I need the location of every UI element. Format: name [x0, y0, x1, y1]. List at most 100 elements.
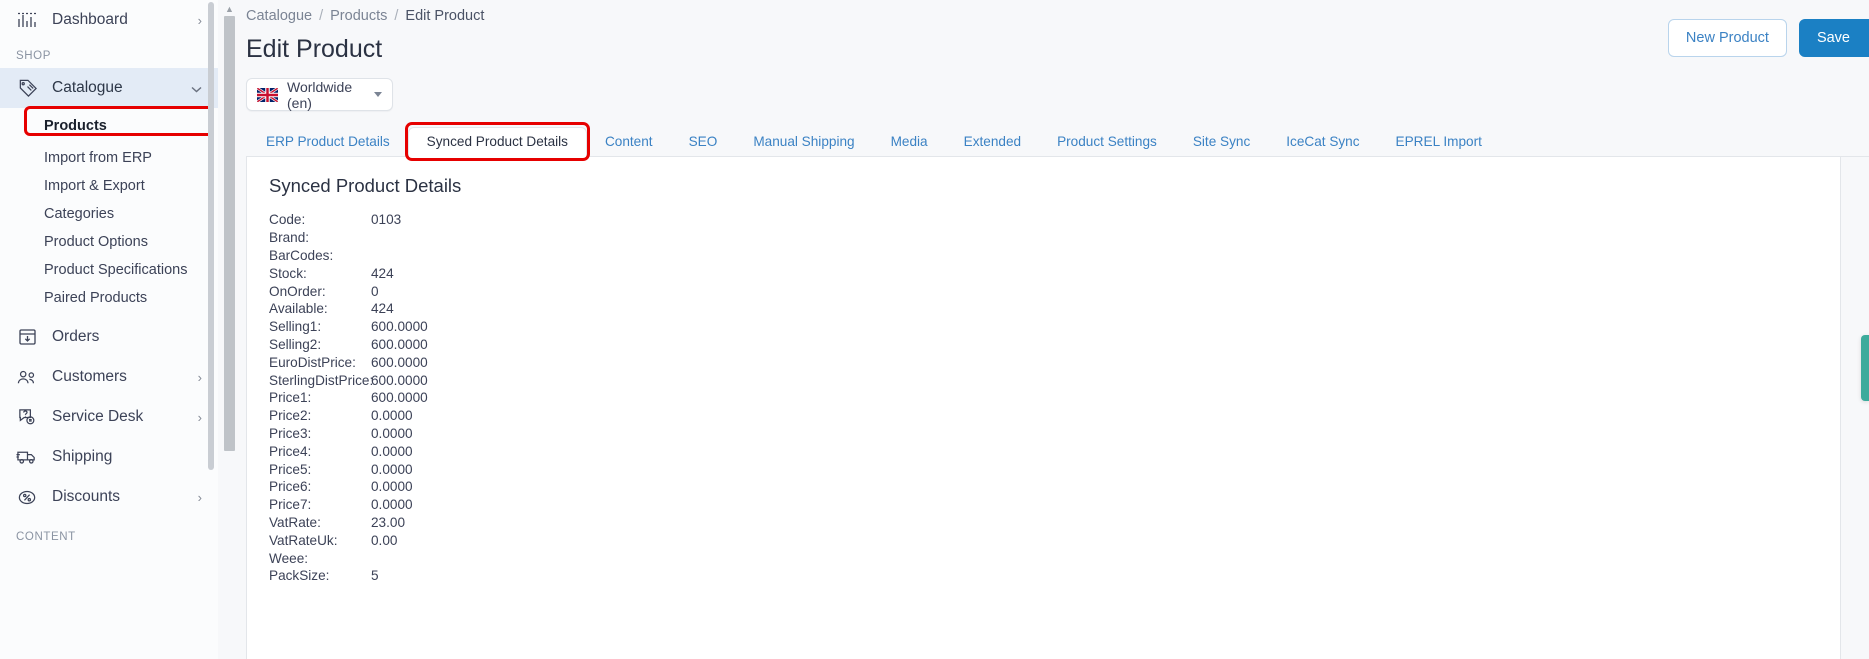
breadcrumb-item-edit-product: Edit Product	[405, 8, 485, 24]
tag-icon	[14, 77, 40, 99]
tab-extended[interactable]: Extended	[946, 127, 1039, 156]
main-scrollbar-thumb[interactable]	[224, 16, 235, 451]
sidebar-item-label: Paired Products	[44, 290, 148, 306]
tab-product-settings[interactable]: Product Settings	[1039, 127, 1175, 156]
tab-site-sync[interactable]: Site Sync	[1175, 127, 1268, 156]
tab-content[interactable]: Content	[587, 127, 671, 156]
breadcrumb-item-catalogue[interactable]: Catalogue	[246, 8, 312, 24]
chart-bars-icon	[14, 9, 40, 31]
field-row: SterlingDistPrice: 600.0000	[269, 371, 1818, 389]
scroll-up-arrow-icon[interactable]: ▲	[224, 4, 235, 15]
uk-flag-icon	[257, 87, 278, 102]
field-value: 0.0000	[371, 408, 413, 424]
field-value: 600.0000	[371, 319, 428, 335]
page-actions: New Product Save	[1667, 19, 1869, 57]
field-row: Price1: 600.0000	[269, 389, 1818, 407]
chat-help-icon	[14, 406, 40, 428]
field-key: Price7:	[269, 497, 312, 513]
field-value: 424	[371, 265, 394, 281]
field-value: 600.0000	[371, 336, 428, 352]
sidebar-item-customers[interactable]: Customers ›	[0, 357, 218, 397]
field-row: VatRateUk: 0.00	[269, 531, 1818, 549]
field-value: 0.0000	[371, 425, 413, 441]
field-row: Price4: 0.0000	[269, 442, 1818, 460]
sidebar-item-orders[interactable]: Orders	[0, 317, 218, 357]
sidebar-item-label: Product Options	[44, 234, 148, 250]
field-row: Selling2: 600.0000	[269, 336, 1818, 354]
sidebar-item-label: Categories	[44, 206, 115, 222]
field-row: Stock: 424	[269, 264, 1818, 282]
tab-media[interactable]: Media	[873, 127, 946, 156]
new-product-button[interactable]: New Product	[1667, 19, 1787, 57]
sidebar-scrollbar-thumb[interactable]	[208, 2, 214, 470]
field-row: Available: 424	[269, 300, 1818, 318]
breadcrumb: Catalogue / Products / Edit Product	[246, 0, 1869, 24]
field-key: Available:	[269, 301, 328, 317]
sidebar: Dashboard › SHOP Catalogue Products Impo…	[0, 0, 218, 659]
sidebar-item-product-specifications[interactable]: Product Specifications	[0, 256, 218, 284]
sidebar-item-import-from-erp[interactable]: Import from ERP	[0, 144, 218, 172]
panel-title: Synced Product Details	[269, 175, 462, 196]
chevron-right-icon: ›	[197, 12, 202, 28]
product-tabs: ERP Product Details Synced Product Detai…	[246, 122, 1869, 161]
tab-synced-product-details[interactable]: Synced Product Details	[404, 122, 590, 161]
field-value: 600.0000	[371, 372, 428, 388]
field-key: Price1:	[269, 390, 312, 406]
tab-manual-shipping[interactable]: Manual Shipping	[735, 127, 872, 156]
sidebar-section-content: CONTENT	[16, 531, 76, 543]
field-value: 0.0000	[371, 443, 413, 459]
sidebar-item-label: Customers	[52, 368, 127, 385]
field-key: Selling2:	[269, 336, 322, 352]
tab-eprel-import[interactable]: EPREL Import	[1378, 127, 1500, 156]
sidebar-item-paired-products[interactable]: Paired Products	[0, 284, 218, 312]
sidebar-item-products[interactable]: Products	[0, 106, 218, 140]
sidebar-item-import-export[interactable]: Import & Export	[0, 172, 218, 200]
sidebar-item-catalogue[interactable]: Catalogue	[0, 68, 218, 108]
field-key: Stock:	[269, 265, 307, 281]
field-row: Price2: 0.0000	[269, 407, 1818, 425]
field-value: 0	[371, 283, 379, 299]
field-value: 0.00	[371, 532, 398, 548]
field-value: 0.0000	[371, 497, 413, 513]
save-button[interactable]: Save	[1798, 19, 1869, 57]
field-key: PackSize:	[269, 568, 330, 584]
language-selector[interactable]: Worldwide (en)	[246, 78, 393, 111]
page-title: Edit Product	[246, 35, 383, 63]
sidebar-item-label: Import & Export	[44, 178, 145, 194]
field-key: OnOrder:	[269, 283, 326, 299]
tab-erp-product-details[interactable]: ERP Product Details	[248, 127, 408, 156]
field-value: 0.0000	[371, 461, 413, 477]
sidebar-item-label: Import from ERP	[44, 150, 152, 166]
chevron-right-icon: ›	[197, 409, 202, 425]
sidebar-item-discounts[interactable]: Discounts ›	[0, 477, 218, 517]
sidebar-item-shipping[interactable]: Shipping	[0, 437, 218, 477]
field-value: 424	[371, 301, 394, 317]
sidebar-item-categories[interactable]: Categories	[0, 200, 218, 228]
users-icon	[14, 366, 40, 388]
sidebar-item-label: Orders	[52, 328, 100, 345]
sidebar-item-label: Products	[44, 118, 107, 134]
sidebar-item-product-options[interactable]: Product Options	[0, 228, 218, 256]
sidebar-item-service-desk[interactable]: Service Desk ›	[0, 397, 218, 437]
field-key: SterlingDistPrice:	[269, 372, 374, 388]
sidebar-item-dashboard[interactable]: Dashboard ›	[0, 0, 218, 40]
field-key: Price6:	[269, 479, 312, 495]
sidebar-item-label: Service Desk	[52, 408, 144, 425]
field-row: Brand:	[269, 229, 1818, 247]
field-key: Code:	[269, 212, 306, 228]
field-row: Weee:	[269, 549, 1818, 567]
catalogue-subnav: Products Import from ERP Import & Export…	[0, 106, 218, 312]
field-row: PackSize: 5	[269, 567, 1818, 585]
sidebar-item-label: Catalogue	[52, 79, 123, 96]
breadcrumb-item-products[interactable]: Products	[330, 8, 387, 24]
tab-seo[interactable]: SEO	[671, 127, 736, 156]
sidebar-item-label: Dashboard	[52, 11, 128, 28]
box-download-icon	[14, 326, 40, 348]
synced-product-details-panel: Synced Product Details Code: 0103 Brand: …	[246, 157, 1841, 659]
field-row: BarCodes:	[269, 247, 1818, 265]
language-selector-value: Worldwide (en)	[287, 78, 353, 111]
field-key: Price2:	[269, 408, 312, 424]
sidebar-scrollbar-track[interactable]	[208, 0, 216, 659]
feedback-edge-tab[interactable]	[1861, 335, 1869, 401]
tab-icecat-sync[interactable]: IceCat Sync	[1268, 127, 1377, 156]
